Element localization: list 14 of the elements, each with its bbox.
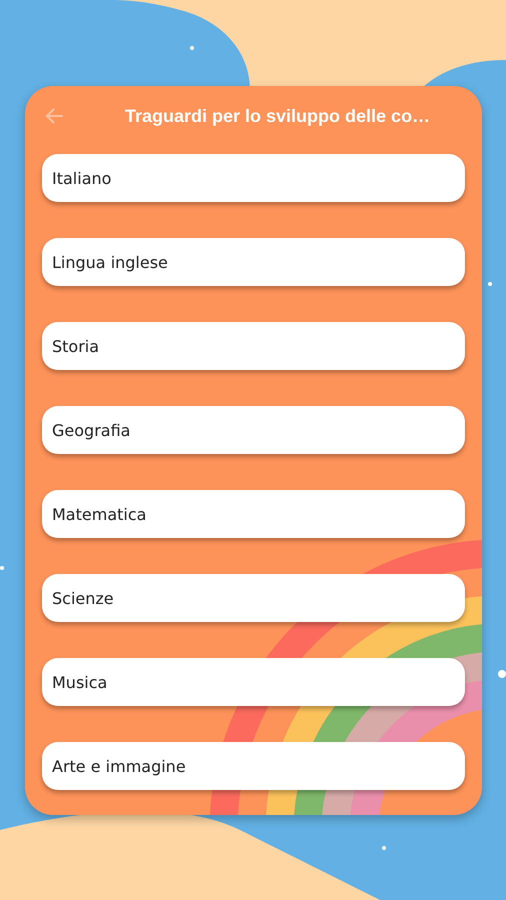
sparkle-dot <box>498 670 506 678</box>
subject-item[interactable]: Arte e immagine <box>42 742 465 790</box>
sparkle-dot <box>190 46 194 50</box>
sparkle-dot <box>382 846 386 850</box>
subject-item[interactable]: Geografia <box>42 406 465 454</box>
subject-item[interactable]: Musica <box>42 658 465 706</box>
sparkle-dot <box>488 282 492 286</box>
page-title: Traguardi per lo sviluppo delle co… <box>124 106 430 126</box>
subject-item[interactable]: Italiano <box>42 154 465 202</box>
subject-item[interactable]: Lingua inglese <box>42 238 465 286</box>
subject-item[interactable]: Storia <box>42 322 465 370</box>
subject-item[interactable]: Scienze <box>42 574 465 622</box>
sparkle-dot <box>0 566 4 570</box>
subject-item[interactable]: Matematica <box>42 490 465 538</box>
